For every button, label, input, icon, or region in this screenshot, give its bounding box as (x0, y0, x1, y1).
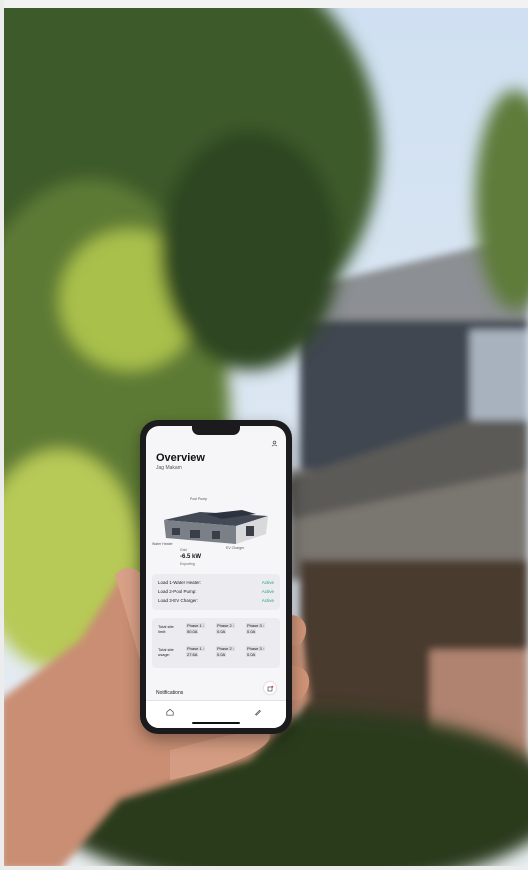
house-illustration (164, 510, 268, 544)
phase-label: Phase 3 : (246, 646, 265, 651)
load-label: Load 3-EV Charger: (158, 598, 199, 603)
phone-notch (192, 426, 240, 435)
account-icon[interactable] (271, 440, 278, 447)
exporting-status: Exporting (180, 562, 195, 566)
load-label: Load 1-Water Heater: (158, 580, 202, 585)
load-status: Active (261, 598, 274, 603)
smartphone: Overview Jag Makam Pool Pump Water Heate… (140, 420, 292, 734)
limit-value: 50.0A (186, 629, 199, 634)
notification-icon (267, 685, 274, 692)
pool-pump-label: Pool Pump (190, 497, 208, 501)
grid-label: Grid (180, 548, 187, 552)
notifications-label[interactable]: Notifications (156, 690, 183, 696)
usage-label: usage: (158, 652, 171, 657)
power-value: -6.5 kW (180, 554, 202, 560)
phase-label: Phase 1 : (186, 623, 205, 628)
home-indicator (192, 722, 240, 724)
usage-value: 27.6A (186, 652, 199, 657)
settings-icon[interactable] (254, 708, 262, 716)
limit-value: 0.0A (246, 629, 257, 634)
app-screen: Overview Jag Makam Pool Pump Water Heate… (146, 426, 286, 728)
frame-top (0, 0, 528, 8)
page-title: Overview (156, 452, 205, 464)
limit-value: 0.0A (216, 629, 227, 634)
usage-value: 0.0A (246, 652, 257, 657)
home-icon[interactable] (166, 708, 174, 716)
notification-button[interactable] (264, 682, 276, 694)
limit-label: limit: (158, 629, 167, 634)
usage-value: 0.0A (216, 652, 227, 657)
loads-card: Load 1-Water Heater: Active Load 2-Pool … (152, 574, 280, 610)
load-status: Active (261, 580, 274, 585)
phase-label: Phase 2 : (216, 646, 235, 651)
frame-left (0, 0, 4, 870)
frame-bottom (0, 866, 528, 870)
ev-charger-label: EV Charger (226, 546, 245, 550)
phase-label: Phase 1 : (186, 646, 205, 651)
phase-label: Phase 3 : (246, 623, 265, 628)
phase-label: Phase 2 : (216, 623, 235, 628)
load-label: Load 2-Pool Pump: (158, 589, 197, 594)
user-name: Jag Makam (156, 465, 182, 471)
site-limits-card: Total site limit: Phase 1 : 50.0A Phase … (152, 618, 280, 668)
load-status: Active (261, 589, 274, 594)
water-heater-label: Water Heater (152, 542, 173, 546)
